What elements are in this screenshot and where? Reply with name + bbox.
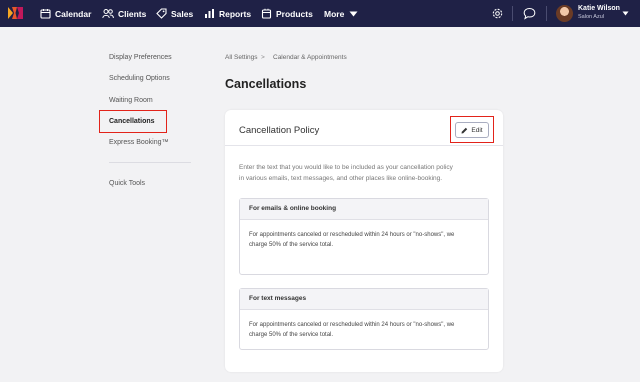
page-title: Cancellations [225,77,307,91]
nav-calendar[interactable]: Calendar [40,0,91,27]
sidebar-divider [109,162,191,163]
nav-products-label: Products [276,8,313,19]
breadcrumb-all-settings[interactable]: All Settings [225,54,258,61]
sidebar-item-express-booking[interactable]: Express Booking™ [109,139,169,146]
user-name[interactable]: Katie Wilson [578,5,620,12]
sidebar-item-waiting-room[interactable]: Waiting Room [109,97,153,104]
nav-products[interactable]: Products [261,0,313,27]
policy-sms-heading: For text messages [240,289,488,310]
nav-more-label: More [324,8,345,19]
card-title: Cancellation Policy [239,125,320,136]
breadcrumb-current[interactable]: Calendar & Appointments [273,54,347,61]
policy-email-text-line1: For appointments canceled or rescheduled… [249,232,455,238]
calendar-icon [40,9,51,19]
chat-bubble-icon[interactable] [523,7,536,20]
gear-icon[interactable] [491,7,504,20]
nav-divider [512,6,513,21]
policy-email-text-line2: charge 50% of the service total. [249,242,334,248]
policy-email-box[interactable]: For emails & online booking For appointm… [239,198,489,275]
sidebar-item-display-preferences[interactable]: Display Preferences [109,54,172,61]
clients-icon [102,9,114,19]
nav-more[interactable]: More [324,0,358,27]
box-icon [261,8,272,19]
bar-chart-icon [205,9,214,18]
policy-sms-text-line2: charge 50% of the service total. [249,332,334,338]
brand-logo-icon[interactable] [8,6,23,20]
nav-reports[interactable]: Reports [204,0,251,27]
policy-sms-text-line1: For appointments canceled or rescheduled… [249,322,455,328]
edit-highlight [450,116,494,143]
top-nav-bar: Calendar Clients Sales Reports Products … [0,0,640,27]
user-business: Salon Azul [578,14,604,20]
nav-sales[interactable]: Sales [156,0,193,27]
nav-clients[interactable]: Clients [102,0,146,27]
user-menu-caret-icon[interactable] [622,11,629,16]
nav-calendar-label: Calendar [55,8,92,19]
caret-down-icon [349,11,358,16]
tag-icon [156,8,167,19]
sidebar-item-quick-tools[interactable]: Quick Tools [109,180,145,187]
nav-reports-label: Reports [219,8,252,19]
avatar[interactable] [556,5,573,22]
intro-text-line1: Enter the text that you would like to be… [239,164,453,171]
policy-email-heading: For emails & online booking [240,199,488,220]
card-divider [225,145,503,146]
intro-text-line2: in various emails, text messages, and ot… [239,175,443,182]
sidebar-item-scheduling-options[interactable]: Scheduling Options [109,75,170,82]
nav-divider [546,6,547,21]
cancellations-highlight [99,110,167,133]
nav-clients-label: Clients [118,8,147,19]
breadcrumb-separator: > [261,54,265,61]
policy-sms-box[interactable]: For text messages For appointments cance… [239,288,489,350]
nav-sales-label: Sales [171,8,194,19]
